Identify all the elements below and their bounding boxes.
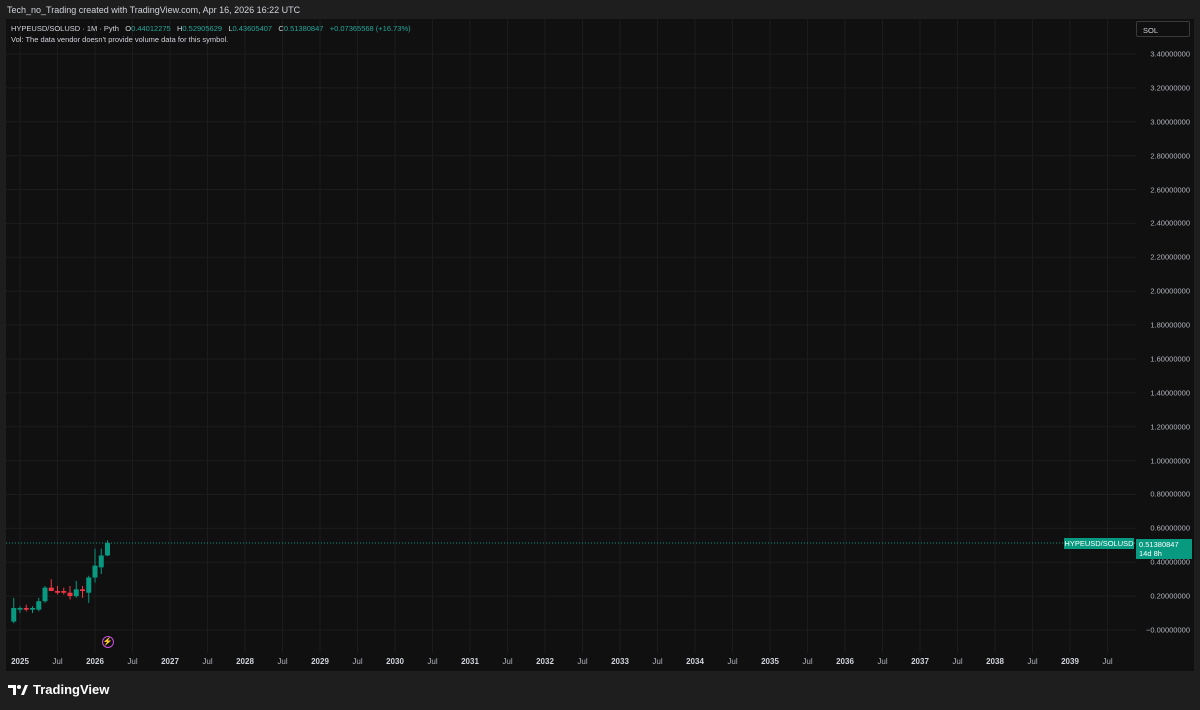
x-tick-label: Jul xyxy=(127,657,138,666)
y-tick-label: 1.20000000 xyxy=(1150,422,1190,432)
candle-body xyxy=(23,607,29,610)
footer: TradingView xyxy=(0,671,1200,710)
candle-body xyxy=(86,577,92,593)
y-tick-label: 2.80000000 xyxy=(1150,151,1190,161)
header-caption: Tech_no_Trading created with TradingView… xyxy=(7,5,301,15)
x-tick-label: Jul xyxy=(52,657,63,666)
header-bar: Tech_no_Trading created with TradingView… xyxy=(0,0,1200,19)
x-tick-label: 2031 xyxy=(461,657,479,666)
x-tick-label: Jul xyxy=(952,657,963,666)
symbol-price-tag: HYPEUSD/SOLUSD xyxy=(1064,537,1134,549)
volume-note: Vol: The data vendor doesn't provide vol… xyxy=(11,35,229,44)
y-tick-label: 2.40000000 xyxy=(1150,218,1190,228)
candle-body xyxy=(73,589,79,597)
y-tick-label: 0.20000000 xyxy=(1150,591,1190,601)
legend-symbol[interactable]: HYPEUSD/SOLUSD · 1M · Pyth xyxy=(11,24,119,33)
x-tick-label: Jul xyxy=(502,657,513,666)
x-tick-label: 2026 xyxy=(86,657,104,666)
last-price-value: 0.51380847 xyxy=(1139,539,1179,549)
y-tick-label: 1.00000000 xyxy=(1150,456,1190,466)
x-tick-label: Jul xyxy=(277,657,288,666)
x-tick-label: 2039 xyxy=(1061,657,1079,666)
x-tick-label: Jul xyxy=(427,657,438,666)
x-tick-label: Jul xyxy=(1102,657,1113,666)
x-tick-label: 2029 xyxy=(311,657,329,666)
candle-body xyxy=(92,565,98,578)
x-tick-label: 2033 xyxy=(611,657,629,666)
x-tick-label: 2025 xyxy=(11,657,29,666)
candle-body xyxy=(55,591,60,593)
chart-panel[interactable]: HYPEUSD/SOLUSD · 1M · Pyth O0.44012275 H… xyxy=(6,19,1194,671)
x-tick-label: 2036 xyxy=(836,657,854,666)
tradingview-logo-icon xyxy=(8,684,28,695)
x-tick-label: 2034 xyxy=(686,657,704,666)
x-tick-label: Jul xyxy=(202,657,213,666)
y-tick-label: 1.60000000 xyxy=(1150,354,1190,364)
y-tick-label: 0.80000000 xyxy=(1150,489,1190,499)
candle-body xyxy=(17,607,23,610)
x-tick-label: Jul xyxy=(877,657,888,666)
candle-body xyxy=(61,591,67,593)
bar-countdown: 14d 8h xyxy=(1139,548,1162,558)
candle-body xyxy=(36,601,42,610)
y-tick-label: 0.40000000 xyxy=(1150,557,1190,567)
x-tick-label: 2037 xyxy=(911,657,929,666)
legend-high: 0.52905629 xyxy=(182,24,223,33)
x-tick-label: 2032 xyxy=(536,657,554,666)
time-axis[interactable]: 2025 Jul 2026 Jul 2027 Jul 2028 Jul 2029 Jul 2030 J… xyxy=(6,653,1136,671)
y-tick-label: 2.60000000 xyxy=(1150,185,1190,195)
y-tick-label: 1.40000000 xyxy=(1150,388,1190,398)
candle-body xyxy=(30,607,35,610)
x-tick-label: Jul xyxy=(727,657,738,666)
candle-body xyxy=(11,607,17,622)
y-tick-label: 0.60000000 xyxy=(1150,523,1190,533)
y-tick-label: 2.20000000 xyxy=(1150,252,1190,262)
legend-close: 0.51380847 xyxy=(283,24,324,33)
x-tick-label: Jul xyxy=(802,657,813,666)
x-tick-label: Jul xyxy=(1027,657,1038,666)
x-tick-label: 2035 xyxy=(761,657,779,666)
tradingview-brand[interactable]: TradingView xyxy=(8,682,109,697)
candle-body xyxy=(48,587,54,592)
x-tick-label: Jul xyxy=(577,657,588,666)
ohlc-legend: HYPEUSD/SOLUSD · 1M · Pyth O0.44012275 H… xyxy=(11,24,411,33)
legend-change: +0.07365568 (+16.73%) xyxy=(329,24,411,33)
y-tick-label: 2.00000000 xyxy=(1150,286,1190,296)
y-tick-label: 3.00000000 xyxy=(1150,117,1190,127)
plot-area[interactable] xyxy=(6,19,1136,653)
candle-body xyxy=(67,592,73,597)
y-tick-label: −0.00000000 xyxy=(1145,625,1190,635)
candle-body xyxy=(42,587,48,602)
brand-name: TradingView xyxy=(33,682,110,697)
x-tick-label: 2027 xyxy=(161,657,179,666)
x-tick-label: 2038 xyxy=(986,657,1004,666)
x-tick-label: 2028 xyxy=(236,657,254,666)
y-tick-label: 1.80000000 xyxy=(1150,320,1190,330)
x-tick-label: Jul xyxy=(352,657,363,666)
x-tick-label: 2030 xyxy=(386,657,404,666)
y-tick-label: 3.20000000 xyxy=(1150,83,1190,93)
legend-low: 0.43605407 xyxy=(232,24,273,33)
candle-body xyxy=(98,555,104,568)
candle-body xyxy=(80,589,85,592)
lightning-icon[interactable]: ⚡ xyxy=(101,636,114,648)
x-tick-label: Jul xyxy=(652,657,663,666)
legend-open: 0.44012275 xyxy=(131,24,171,33)
last-price-tag: 0.51380847 14d 8h xyxy=(1136,538,1192,559)
y-tick-label: 3.40000000 xyxy=(1150,49,1190,59)
candle-body xyxy=(105,542,110,556)
